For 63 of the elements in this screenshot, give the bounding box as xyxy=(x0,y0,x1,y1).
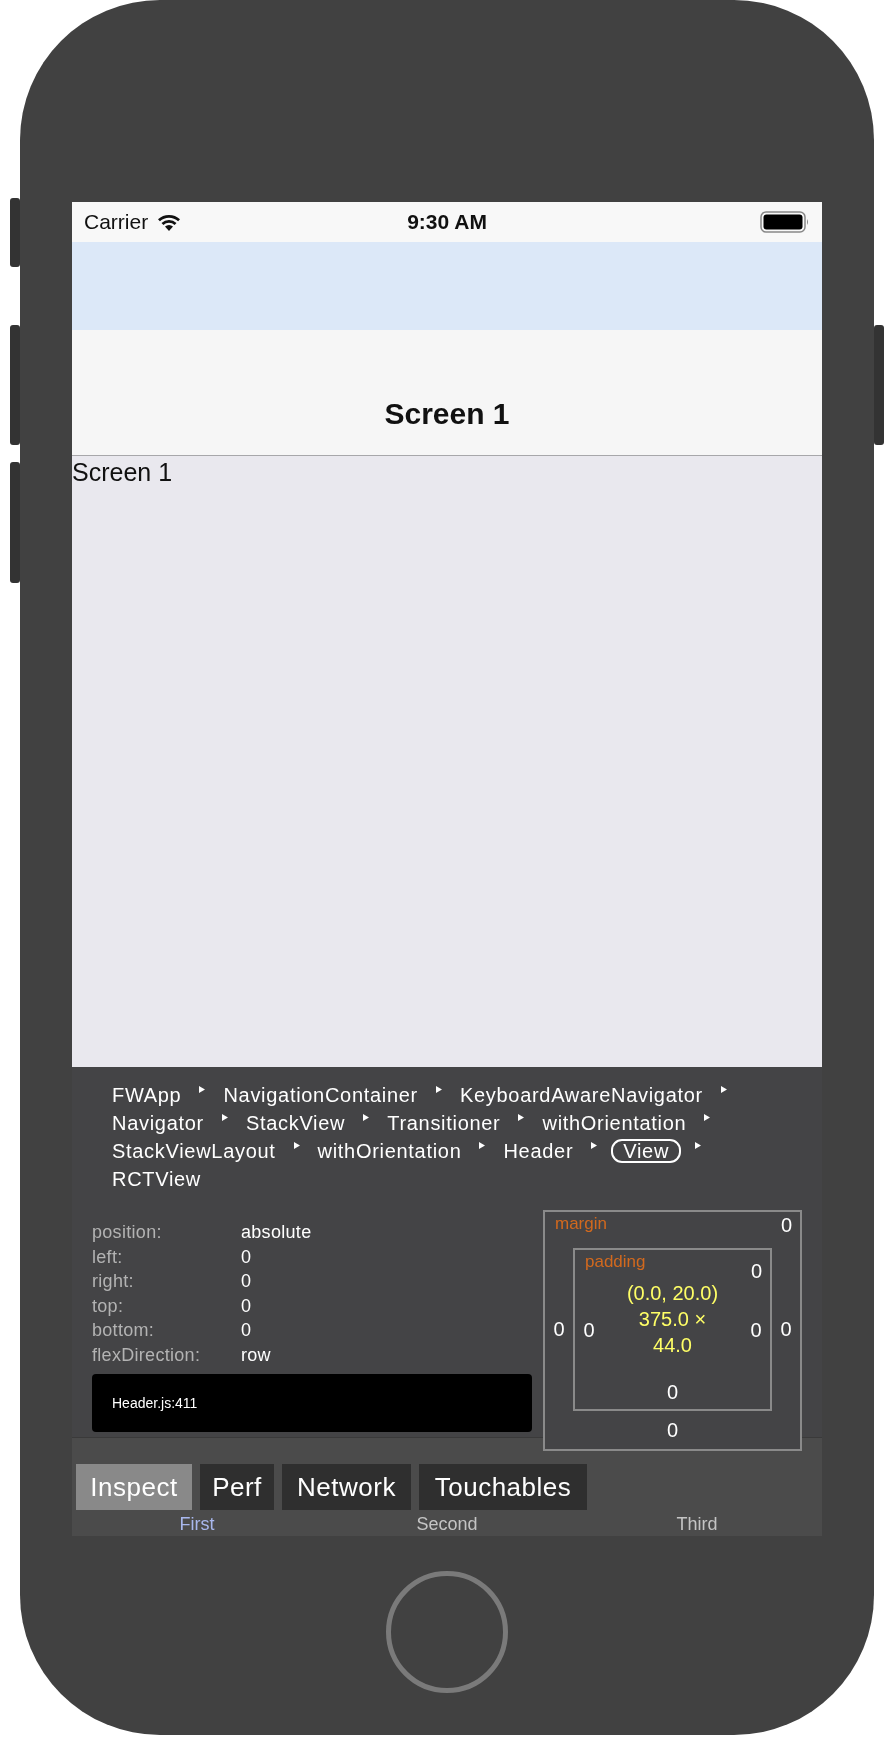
style-value: 0 xyxy=(241,1270,253,1293)
style-value: absolute xyxy=(241,1221,313,1244)
dev-tool-tab[interactable]: Touchables xyxy=(419,1464,587,1510)
padding-value: 0 xyxy=(750,1260,762,1283)
frame-size: 375.0 × 44.0 xyxy=(637,1307,708,1358)
caret-icon xyxy=(591,1142,598,1149)
padding-value: 0 xyxy=(583,1319,595,1342)
battery-icon xyxy=(760,211,810,233)
caret-icon xyxy=(518,1114,525,1121)
screen-title: Screen 1 xyxy=(384,396,510,431)
style-value: 0 xyxy=(241,1294,253,1318)
style-name: top: xyxy=(92,1294,125,1318)
caret-icon xyxy=(363,1114,370,1121)
caret-icon xyxy=(293,1142,300,1149)
breadcrumb-item[interactable]: FWApp xyxy=(108,1083,186,1107)
breadcrumb-item[interactable]: withOrientation xyxy=(313,1139,466,1163)
dev-tool-tab[interactable]: Perf xyxy=(200,1464,274,1510)
source-location: Header.js:411 xyxy=(112,1395,198,1411)
caret-icon xyxy=(720,1086,727,1093)
breadcrumb-item[interactable]: Header xyxy=(499,1139,578,1163)
breadcrumb-item[interactable]: View xyxy=(611,1139,682,1163)
breadcrumb-item[interactable]: withOrientation xyxy=(538,1111,691,1135)
style-name: bottom: xyxy=(92,1319,156,1342)
caret-icon xyxy=(695,1142,702,1149)
margin-value: 0 xyxy=(553,1318,565,1341)
style-name: left: xyxy=(92,1245,124,1269)
screen-text: Screen 1 xyxy=(72,457,173,488)
caret-icon xyxy=(704,1114,711,1121)
tab-bar-item[interactable]: Second xyxy=(416,1514,478,1534)
breadcrumb-item[interactable]: RCTView xyxy=(108,1167,205,1191)
margin-label: margin xyxy=(555,1214,607,1234)
margin-value: 0 xyxy=(666,1418,679,1442)
home-button[interactable] xyxy=(386,1571,508,1693)
style-value: 0 xyxy=(241,1319,253,1342)
clock-time: 9:30 AM xyxy=(407,210,487,234)
margin-value: 0 xyxy=(780,1318,792,1341)
frame-position: (0.0, 20.0) xyxy=(626,1281,719,1306)
breadcrumb-item[interactable]: Navigator xyxy=(108,1111,208,1135)
breadcrumb-item[interactable]: StackViewLayout xyxy=(108,1139,280,1163)
tab-bar-item[interactable]: First xyxy=(179,1514,215,1534)
style-name: right: xyxy=(92,1270,135,1293)
dev-tool-tab[interactable]: Inspect xyxy=(76,1464,192,1510)
source-location-bar[interactable]: Header.js:411 xyxy=(92,1374,532,1432)
breadcrumb-item[interactable]: NavigationContainer xyxy=(219,1083,422,1107)
caret-icon xyxy=(199,1086,206,1093)
breadcrumb-item[interactable]: StackView xyxy=(241,1111,350,1135)
breadcrumb-item[interactable]: KeyboardAwareNavigator xyxy=(455,1083,707,1107)
caret-icon xyxy=(479,1142,486,1149)
style-value: 0 xyxy=(241,1245,253,1269)
margin-value: 0 xyxy=(780,1214,792,1237)
caret-icon xyxy=(221,1114,228,1121)
style-name: position: xyxy=(92,1221,163,1244)
style-name: flexDirection: xyxy=(92,1343,202,1367)
caret-icon xyxy=(435,1086,442,1093)
style-value: row xyxy=(241,1343,272,1367)
dev-tool-tab[interactable]: Network xyxy=(282,1464,411,1510)
wifi-icon xyxy=(156,212,183,232)
padding-label: padding xyxy=(585,1252,646,1272)
padding-value: 0 xyxy=(750,1319,762,1342)
breadcrumb-item[interactable]: Transitioner xyxy=(383,1111,505,1135)
carrier-label: Carrier xyxy=(84,210,149,234)
padding-value: 0 xyxy=(666,1380,679,1404)
tab-bar-item[interactable]: Third xyxy=(676,1514,718,1534)
